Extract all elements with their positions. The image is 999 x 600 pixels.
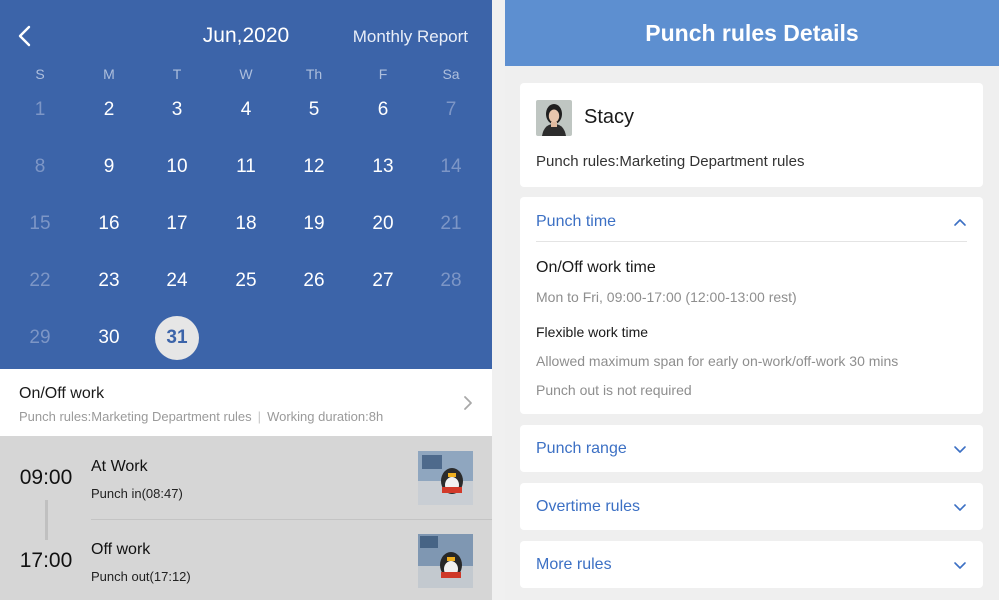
flexible-work-time-value: Allowed maximum span for early on-work/o…	[536, 353, 899, 369]
punch-rules-details-panel: Punch rules Details Stacy Punch rules:Ma…	[505, 0, 999, 600]
punch-time-section: Punch time On/Off work time Mon to Fri, …	[520, 197, 983, 414]
punch-rules-label: Punch rules:Marketing Department rules	[536, 153, 805, 170]
calendar-day[interactable]: 20	[361, 202, 405, 246]
record-punch-info: Punch out(17:12)	[91, 569, 191, 584]
calendar-day[interactable]: 25	[224, 259, 268, 303]
chevron-down-icon	[954, 504, 966, 511]
punch-time-title[interactable]: Punch time	[536, 213, 616, 231]
punch-range-title: Punch range	[536, 440, 627, 457]
on-off-work-time-heading: On/Off work time	[536, 259, 656, 276]
on-off-work-summary: Punch rules:Marketing Department rules | W…	[19, 409, 383, 424]
weekday-label: Th	[305, 66, 323, 82]
chevron-right-icon	[464, 396, 472, 410]
weekday-label: Sa	[442, 66, 460, 82]
on-off-work-title: On/Off work	[19, 385, 105, 402]
section-divider	[536, 241, 967, 242]
calendar-day[interactable]: 15	[18, 202, 62, 246]
calendar-day[interactable]: 30	[87, 316, 131, 360]
user-name: Stacy	[584, 106, 635, 128]
calendar-day[interactable]: 10	[155, 145, 199, 189]
summary-separator: |	[257, 409, 262, 424]
calendar-day[interactable]: 2	[87, 88, 131, 132]
calendar-day[interactable]: 16	[87, 202, 131, 246]
calendar-day[interactable]: 17	[155, 202, 199, 246]
avatar	[536, 100, 572, 136]
calendar-day[interactable]: 9	[87, 145, 131, 189]
calendar-day-selected[interactable]: 31	[155, 316, 199, 360]
on-off-work-row[interactable]: On/Off work Punch rules:Marketing Depart…	[0, 369, 492, 436]
punch-range-section[interactable]: Punch range	[520, 425, 983, 472]
record-title: Off work	[91, 541, 151, 558]
calendar-day[interactable]: 4	[224, 88, 268, 132]
weekday-label: M	[103, 66, 115, 82]
weekday-label: S	[35, 66, 45, 82]
calendar-day[interactable]: 27	[361, 259, 405, 303]
calendar-header: Jun,2020 Monthly Report S M T W Th F Sa 123456…	[0, 0, 492, 369]
flexible-work-time-heading: Flexible work time	[536, 324, 649, 340]
calendar-day[interactable]: 19	[292, 202, 336, 246]
calendar-day[interactable]: 14	[429, 145, 473, 189]
calendar-day[interactable]: 6	[361, 88, 405, 132]
punch-out-note: Punch out is not required	[536, 382, 692, 398]
overtime-rules-section[interactable]: Overtime rules	[520, 483, 983, 530]
calendar-day[interactable]: 28	[429, 259, 473, 303]
overtime-rules-title: Overtime rules	[536, 498, 641, 515]
timeline-connector	[45, 500, 48, 540]
calendar-day[interactable]: 3	[155, 88, 199, 132]
weekday-label: W	[239, 66, 253, 82]
attendance-calendar-panel: Jun,2020 Monthly Report S M T W Th F Sa 123456…	[0, 0, 492, 600]
calendar-day[interactable]: 22	[18, 259, 62, 303]
record-title: At Work	[91, 458, 148, 475]
chevron-down-icon	[954, 446, 966, 453]
record-punch-info: Punch in(08:47)	[91, 486, 183, 501]
avatar-image	[536, 100, 572, 136]
calendar-day[interactable]: 23	[87, 259, 131, 303]
on-off-work-time-value: Mon to Fri, 09:00-17:00 (12:00-13:00 res…	[536, 289, 797, 305]
calendar-day[interactable]: 13	[361, 145, 405, 189]
profile-card: Stacy Punch rules:Marketing Department r…	[520, 83, 983, 187]
calendar-day[interactable]: 11	[224, 145, 268, 189]
calendar-day[interactable]: 5	[292, 88, 336, 132]
more-rules-section[interactable]: More rules	[520, 541, 983, 588]
chevron-up-icon[interactable]	[953, 217, 967, 227]
calendar-day[interactable]: 18	[224, 202, 268, 246]
calendar-day[interactable]: 1	[18, 88, 62, 132]
punch-photo[interactable]	[418, 451, 473, 505]
calendar-day[interactable]: 29	[18, 316, 62, 360]
monthly-report-link[interactable]: Monthly Report	[353, 27, 468, 47]
details-header: Punch rules Details	[505, 0, 999, 66]
record-divider	[91, 519, 492, 520]
weekday-label: T	[172, 66, 182, 82]
more-rules-title: More rules	[536, 556, 612, 573]
record-time: 09:00	[19, 466, 73, 489]
punch-photo-image	[418, 534, 473, 588]
calendar-day[interactable]: 7	[429, 88, 473, 132]
chevron-down-icon	[954, 562, 966, 569]
calendar-day[interactable]: 24	[155, 259, 199, 303]
punch-rules-text: Punch rules:Marketing Department rules	[19, 409, 252, 424]
punch-photo[interactable]	[418, 534, 473, 588]
weekday-label: F	[378, 66, 388, 82]
working-duration-text: Working duration:8h	[267, 409, 384, 424]
punch-photo-image	[418, 451, 473, 505]
page-title: Punch rules Details	[645, 20, 859, 46]
calendar-day[interactable]: 8	[18, 145, 62, 189]
record-time: 17:00	[19, 549, 73, 572]
calendar-day[interactable]: 26	[292, 259, 336, 303]
calendar-day[interactable]: 21	[429, 202, 473, 246]
calendar-day[interactable]: 12	[292, 145, 336, 189]
